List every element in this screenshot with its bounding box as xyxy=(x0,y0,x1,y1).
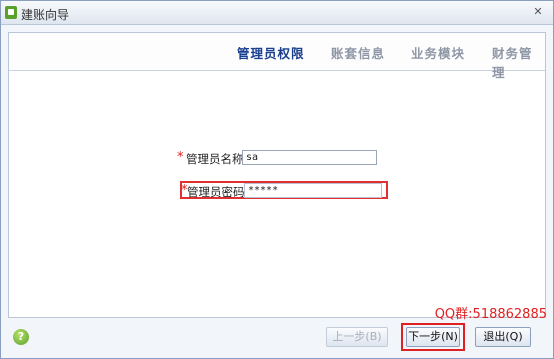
wizard-steps: 管理员权限 账套信息 业务模块 财务管理 xyxy=(9,33,545,80)
admin-password-row: * 管理员密码 ***** xyxy=(180,181,388,199)
step-finance-management: 财务管理 xyxy=(492,46,533,80)
next-button[interactable]: 下一步(N) xyxy=(406,327,460,347)
admin-password-label: 管理员密码 xyxy=(187,185,245,199)
title-bar: 建账向导 ✕ xyxy=(1,1,553,25)
wizard-content: 管理员权限 账套信息 业务模块 财务管理 * 管理员名称 sa * 管理员密码 … xyxy=(8,32,546,318)
next-button-highlight: 下一步(N) xyxy=(401,323,465,351)
app-icon xyxy=(5,6,17,19)
required-mark: * xyxy=(177,150,184,165)
admin-password-input[interactable]: ***** xyxy=(244,183,382,198)
button-bar: ? 上一步(B) 下一步(N) 退出(Q) xyxy=(8,319,546,355)
close-icon[interactable]: ✕ xyxy=(531,5,545,19)
step-account-info: 账套信息 xyxy=(331,46,386,61)
step-admin-permissions: 管理员权限 xyxy=(237,46,305,61)
admin-name-input[interactable]: sa xyxy=(242,150,377,165)
admin-name-label: 管理员名称 xyxy=(186,152,244,166)
exit-button[interactable]: 退出(Q) xyxy=(475,327,531,347)
prev-button[interactable]: 上一步(B) xyxy=(326,327,388,347)
window-title: 建账向导 xyxy=(21,8,70,22)
step-business-modules: 业务模块 xyxy=(411,46,466,61)
setup-wizard-window: 建账向导 ✕ 管理员权限 账套信息 业务模块 财务管理 * 管理员名称 sa *… xyxy=(0,0,554,359)
admin-name-row: * 管理员名称 sa xyxy=(177,149,387,167)
help-icon[interactable]: ? xyxy=(13,329,29,345)
